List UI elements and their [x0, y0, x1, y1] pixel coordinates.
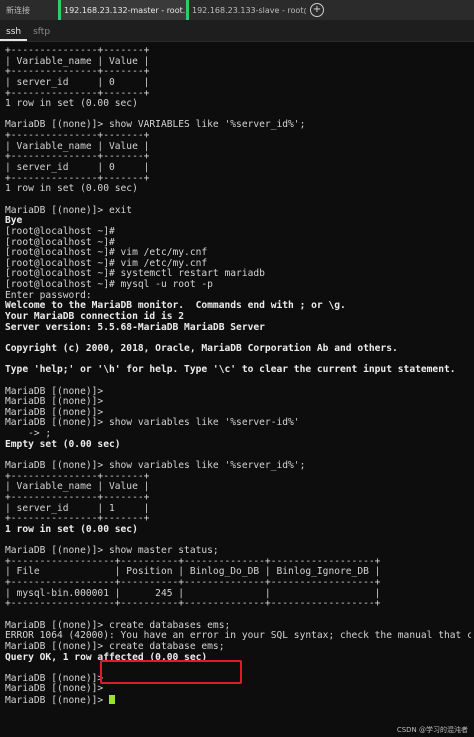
- tab-bar: 新连接 192.168.23.132-master - root... ✕ 19…: [0, 0, 474, 20]
- cursor: [108, 695, 115, 705]
- tab-label: 192.168.23.133-slave - root@...: [192, 5, 306, 15]
- terminal-line: +------------------+----------+---------…: [5, 598, 381, 610]
- terminal-line: Copyright (c) 2000, 2018, Oracle, MariaD…: [5, 342, 398, 354]
- tab-label: 192.168.23.132-master - root...: [64, 5, 186, 15]
- tab-sftp[interactable]: sftp: [27, 27, 56, 41]
- connected-indicator: [58, 0, 61, 20]
- terminal-output[interactable]: +---------------+-------+ | Variable_name…: [5, 46, 471, 730]
- tab-master-session[interactable]: 192.168.23.132-master - root... ✕: [58, 0, 186, 20]
- add-tab-icon[interactable]: +: [310, 3, 324, 17]
- tab-new-connection[interactable]: 新连接: [0, 0, 58, 20]
- terminal-line: 1 row in set (0.00 sec): [5, 183, 138, 195]
- terminal-line: Empty set (0.00 sec): [5, 438, 121, 450]
- watermark: CSDN @学习的混沌者: [396, 726, 468, 734]
- terminal-line: MariaDB [(none)]>: [5, 695, 471, 706]
- connected-indicator: [186, 0, 189, 20]
- terminal-line: 1 row in set (0.00 sec): [5, 523, 138, 535]
- terminal-line: MariaDB [(none)]>: [5, 683, 104, 695]
- terminal-line: MariaDB [(none)]> create database ems;: [5, 640, 225, 652]
- terminal-line: Type 'help;' or '\h' for help. Type '\c'…: [5, 364, 456, 376]
- terminal-line: MariaDB [(none)]> show variables like '%…: [5, 417, 300, 429]
- terminal-line: +---------------+-------+: [5, 491, 150, 503]
- protocol-tabs: ssh sftp: [0, 20, 474, 42]
- tab-label: 新连接: [6, 5, 30, 15]
- terminal-line: MariaDB [(none)]> exit: [5, 204, 133, 216]
- tab-slave-session[interactable]: 192.168.23.133-slave - root@...: [186, 0, 306, 20]
- terminal-line: | server_id | 0 |: [5, 76, 150, 88]
- terminal-line: 1 row in set (0.00 sec): [5, 98, 138, 110]
- highlight-annotation: [100, 660, 242, 684]
- terminal-line: [root@localhost ~]#: [5, 225, 115, 237]
- terminal-line: Server version: 5.5.68-MariaDB MariaDB S…: [5, 321, 265, 333]
- tab-ssh[interactable]: ssh: [0, 27, 28, 41]
